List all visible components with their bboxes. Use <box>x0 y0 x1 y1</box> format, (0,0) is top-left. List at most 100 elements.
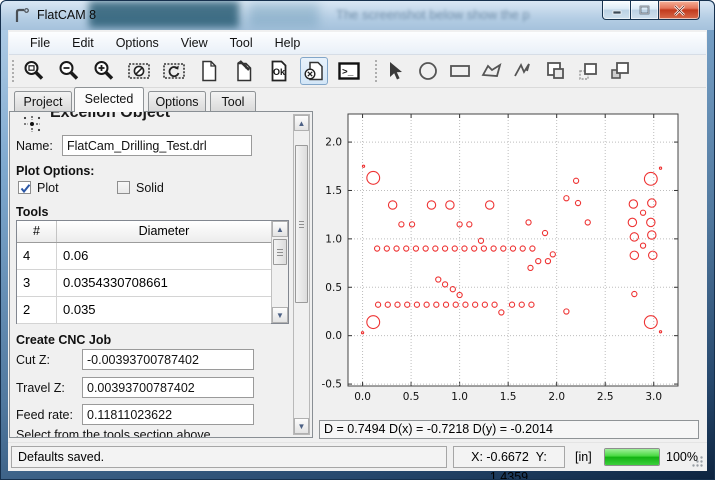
minimize-button[interactable] <box>602 1 631 20</box>
delete-object-button[interactable] <box>300 57 328 85</box>
move-icon <box>576 59 600 83</box>
background-window-bleed <box>89 1 239 28</box>
zoom-out-button[interactable] <box>55 57 83 85</box>
close-button[interactable] <box>658 1 700 20</box>
flatcam-logo-icon <box>13 7 30 24</box>
cnc-job-title: Create CNC Job <box>16 333 111 347</box>
mouse-coordinates: X: -0.6672 Y: 1.4359 <box>453 446 565 468</box>
progress-fill <box>605 449 659 465</box>
plot-canvas[interactable]: 0.00.51.01.52.02.53.02.01.51.00.50.0-0.5 <box>316 91 704 416</box>
draw-rectangle-button[interactable] <box>447 57 473 85</box>
draw-circle-button[interactable] <box>415 57 441 85</box>
svg-text:1.0: 1.0 <box>451 391 468 403</box>
table-row[interactable]: 4 0.06 <box>17 243 271 270</box>
scroll-up-arrow[interactable]: ▲ <box>272 221 288 237</box>
tab-options[interactable]: Options <box>148 91 206 112</box>
svg-text:1.5: 1.5 <box>325 185 342 197</box>
tab-project[interactable]: Project <box>14 91 72 112</box>
status-bar: Defaults saved. X: -0.6672 Y: 1.4359 [in… <box>8 442 707 471</box>
table-row[interactable]: 3 0.0354330708661 <box>17 270 271 297</box>
svg-text:2.5: 2.5 <box>597 391 614 403</box>
tools-table: # Diameter 4 0.06 3 0.0354330708661 2 0.… <box>16 220 289 324</box>
cut-z-label: Cut Z: <box>16 353 50 367</box>
selected-panel: Excellon Object Name: Plot Options: Plot… <box>9 111 313 438</box>
table-row[interactable]: 2 0.035 <box>17 297 271 324</box>
toolbar-drag-handle[interactable] <box>374 59 379 83</box>
menu-view[interactable]: View <box>170 36 219 50</box>
coord-x: X: -0.6672 <box>471 450 529 464</box>
draw-polygon-button[interactable] <box>479 57 505 85</box>
tool-number: 3 <box>17 270 57 296</box>
plot-checkbox-label[interactable]: Plot <box>37 181 59 195</box>
toolbar-drag-handle[interactable] <box>11 59 16 83</box>
ok-glyph: Ok <box>273 67 286 77</box>
menu-bar: File Edit Options View Tool Help <box>9 32 706 55</box>
feed-rate-input[interactable] <box>82 404 254 425</box>
solid-checkbox[interactable] <box>117 181 130 194</box>
move-object-button[interactable] <box>575 57 601 85</box>
plot-options-label: Plot Options: <box>16 164 94 178</box>
measurement-readout: D = 0.7494 D(x) = -0.7218 D(y) = -0.2014 <box>319 420 699 439</box>
menu-edit[interactable]: Edit <box>61 36 105 50</box>
excellon-object-icon <box>20 113 44 135</box>
cut-z-input[interactable] <box>82 349 254 370</box>
tab-tool[interactable]: Tool <box>210 91 256 112</box>
menu-options[interactable]: Options <box>105 36 170 50</box>
name-input[interactable] <box>62 135 252 156</box>
background-window-bleed <box>249 3 319 27</box>
circle-tool-icon <box>416 59 440 83</box>
shell-button[interactable]: >_ <box>335 57 363 85</box>
copy-object-button[interactable] <box>543 57 569 85</box>
menu-help[interactable]: Help <box>264 36 312 50</box>
save-file-icon: Ok <box>267 59 291 83</box>
units-label: [in] <box>575 446 592 468</box>
check-icon <box>19 182 32 195</box>
minimize-icon <box>612 6 622 15</box>
select-tool-button[interactable] <box>383 57 409 85</box>
replot-button[interactable] <box>160 57 188 85</box>
duplicate-object-button[interactable] <box>607 57 633 85</box>
new-file-button[interactable] <box>195 57 223 85</box>
menu-file[interactable]: File <box>19 36 61 50</box>
save-file-button[interactable]: Ok <box>265 57 293 85</box>
table-scroll-thumb[interactable] <box>273 239 287 265</box>
tab-selected[interactable]: Selected <box>74 87 144 112</box>
status-message: Defaults saved. <box>11 446 447 468</box>
shell-glyph: >_ <box>342 67 354 78</box>
close-icon <box>673 5 686 16</box>
panel-scroll-thumb[interactable] <box>295 145 308 303</box>
zoom-fit-icon <box>22 59 46 83</box>
title-bar[interactable]: The screenshot below show the p FlatCAM … <box>1 1 714 30</box>
scroll-down-arrow[interactable]: ▼ <box>272 307 288 323</box>
progress-bar <box>604 448 660 466</box>
resize-grip-icon[interactable] <box>691 455 704 468</box>
open-file-icon <box>232 59 256 83</box>
svg-text:2.0: 2.0 <box>548 391 565 403</box>
panel-scrollbar[interactable]: ▲ ▼ <box>293 114 310 435</box>
zoom-out-icon <box>57 59 81 83</box>
panel-title: Excellon Object <box>50 111 170 122</box>
open-file-button[interactable] <box>230 57 258 85</box>
table-scrollbar[interactable]: ▲ ▼ <box>271 221 288 323</box>
zoom-fit-button[interactable] <box>20 57 48 85</box>
svg-text:0.5: 0.5 <box>403 391 420 403</box>
tool-diameter: 0.0354330708661 <box>57 270 271 296</box>
draw-polyline-button[interactable] <box>511 57 537 85</box>
clear-plot-button[interactable] <box>125 57 153 85</box>
zoom-in-button[interactable] <box>90 57 118 85</box>
tool-diameter: 0.035 <box>57 297 271 323</box>
feed-rate-label: Feed rate: <box>16 408 73 422</box>
col-diameter-header[interactable]: Diameter <box>57 221 271 242</box>
copy-icon <box>544 59 568 83</box>
scroll-down-arrow[interactable]: ▼ <box>294 418 309 434</box>
menu-tool[interactable]: Tool <box>219 36 264 50</box>
maximize-button[interactable] <box>631 1 658 20</box>
maximize-icon <box>639 5 650 15</box>
flatcam-window: The screenshot below show the p FlatCAM … <box>0 0 715 480</box>
scroll-up-arrow[interactable]: ▲ <box>294 115 309 131</box>
col-number-header[interactable]: # <box>17 221 57 242</box>
travel-z-input[interactable] <box>82 377 254 398</box>
plot-checkbox[interactable] <box>18 181 31 194</box>
solid-checkbox-label[interactable]: Solid <box>136 181 164 195</box>
svg-text:-0.5: -0.5 <box>322 379 343 391</box>
